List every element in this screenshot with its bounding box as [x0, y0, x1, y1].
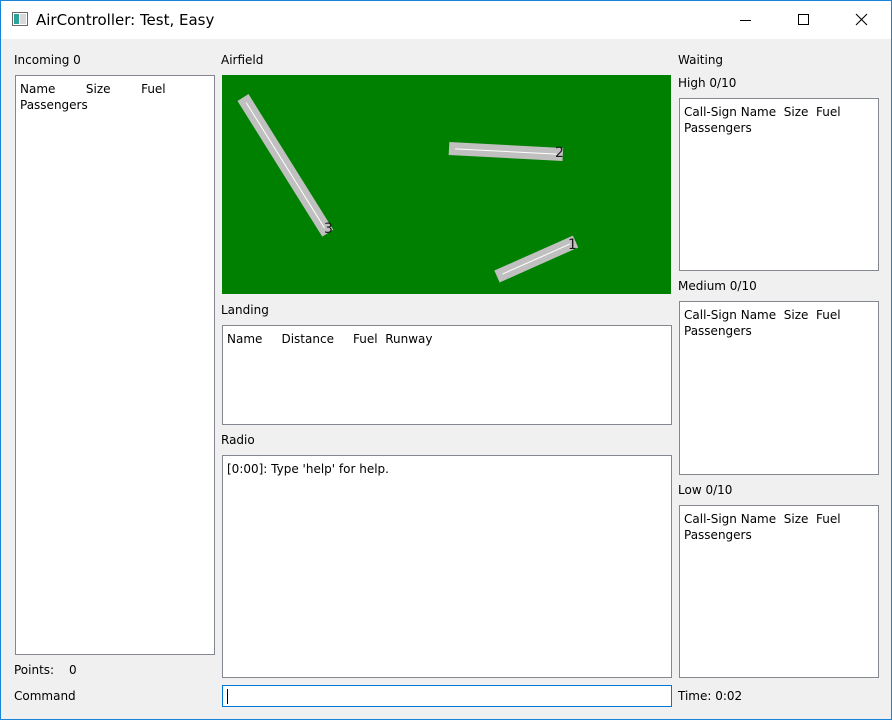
command-label: Command: [14, 689, 76, 703]
waiting-high-header-line1: Call-Sign Name Size Fuel: [684, 105, 841, 119]
waiting-medium-list[interactable]: Call-Sign Name Size Fuel Passengers: [679, 301, 879, 475]
incoming-label: Incoming 0: [14, 53, 81, 67]
incoming-list-header: Name Size Fuel Passengers: [20, 81, 166, 113]
runway-3-number: 3: [324, 221, 333, 237]
maximize-icon: [798, 14, 809, 25]
waiting-high-label: High 0/10: [678, 76, 737, 90]
waiting-low-header-line1: Call-Sign Name Size Fuel: [684, 512, 841, 526]
close-icon: [855, 13, 868, 26]
maximize-button[interactable]: [775, 1, 833, 39]
points-value: 0: [69, 663, 77, 677]
waiting-high-header: Call-Sign Name Size Fuel Passengers: [684, 104, 841, 136]
window-title: AirController: Test, Easy: [36, 11, 215, 29]
airfield-map[interactable]: 3 2 1: [222, 75, 671, 294]
waiting-medium-header: Call-Sign Name Size Fuel Passengers: [684, 307, 841, 339]
app-window: AirController: Test, Easy Incoming 0 Nam…: [0, 0, 892, 720]
runway-1[interactable]: [494, 235, 579, 283]
waiting-label: Waiting: [678, 53, 724, 67]
waiting-low-label: Low 0/10: [678, 483, 733, 497]
runway-1-number: 1: [568, 237, 577, 253]
minimize-button[interactable]: [717, 1, 775, 39]
title-bar[interactable]: AirController: Test, Easy: [1, 1, 891, 39]
radio-label: Radio: [221, 433, 255, 447]
runway-2[interactable]: [448, 142, 564, 161]
app-icon: [12, 12, 28, 26]
waiting-medium-header-line2: Passengers: [684, 324, 752, 338]
waiting-medium-header-line1: Call-Sign Name Size Fuel: [684, 308, 841, 322]
airfield-label: Airfield: [221, 53, 264, 67]
minimize-icon: [740, 20, 751, 21]
runway-2-number: 2: [555, 145, 564, 161]
runway-3[interactable]: [237, 94, 334, 237]
points-label: Points:: [14, 663, 55, 677]
close-button[interactable]: [833, 1, 891, 39]
landing-list[interactable]: Name Distance Fuel Runway: [222, 325, 672, 425]
radio-message: [0:00]: Type 'help' for help.: [227, 462, 389, 476]
incoming-header-line1: Name Size Fuel: [20, 82, 166, 96]
waiting-high-list[interactable]: Call-Sign Name Size Fuel Passengers: [679, 98, 879, 271]
incoming-header-line2: Passengers: [20, 98, 88, 112]
command-input[interactable]: [222, 685, 672, 707]
waiting-high-header-line2: Passengers: [684, 121, 752, 135]
text-caret: [227, 689, 228, 704]
waiting-low-list[interactable]: Call-Sign Name Size Fuel Passengers: [679, 505, 879, 678]
landing-list-header: Name Distance Fuel Runway: [227, 332, 433, 346]
waiting-medium-label: Medium 0/10: [678, 279, 757, 293]
radio-log[interactable]: [0:00]: Type 'help' for help.: [222, 455, 672, 678]
landing-label: Landing: [221, 303, 269, 317]
incoming-list[interactable]: Name Size Fuel Passengers: [15, 75, 215, 655]
time-label: Time: 0:02: [678, 689, 743, 703]
waiting-low-header-line2: Passengers: [684, 528, 752, 542]
waiting-low-header: Call-Sign Name Size Fuel Passengers: [684, 511, 841, 543]
